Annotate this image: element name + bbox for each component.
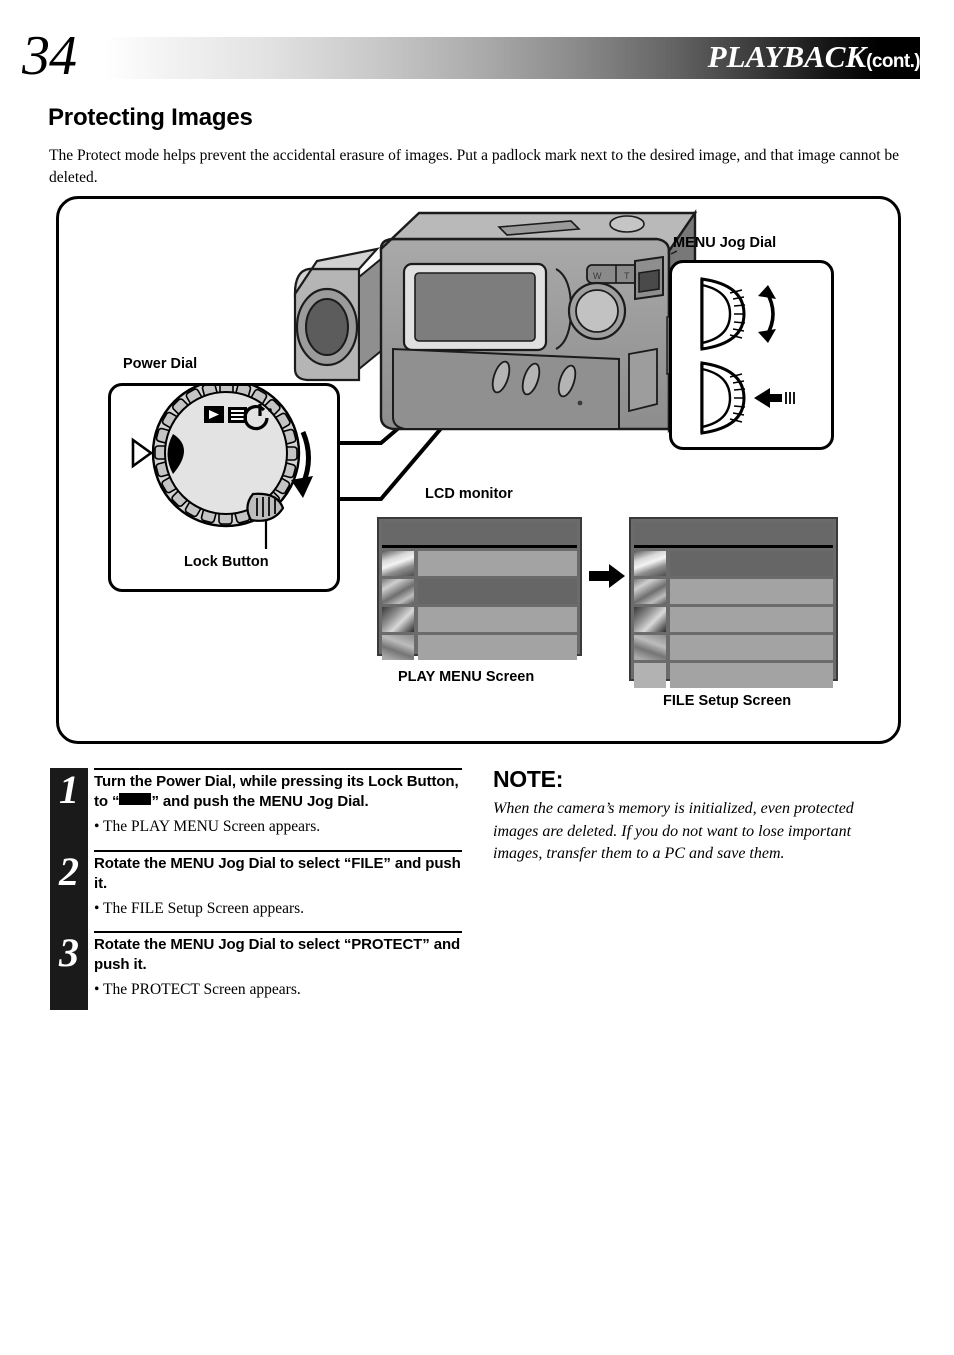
step-title: Turn the Power Dial, while pressing its … [94, 768, 462, 811]
thumbnail-icon [382, 635, 414, 660]
thumbnail-icon [634, 635, 666, 660]
jog-dial-diagram [700, 277, 795, 435]
header-title-main: PLAYBACK [707, 39, 867, 74]
figure-panel: W T MENU Jog Dial Power Dial Lock Button… [56, 196, 901, 744]
right-arrow-icon [589, 564, 625, 588]
svg-text:T: T [624, 271, 630, 281]
label-menu-jog-dial: MENU Jog Dial [673, 235, 777, 251]
menu-jog-dial-callout [669, 260, 834, 450]
power-dial-playback-symbol [119, 792, 152, 805]
label-lcd-monitor: LCD monitor [425, 486, 513, 502]
note-title: NOTE: [493, 766, 564, 792]
step-number: 2 [59, 849, 79, 894]
note-block: NOTE: When the camera’s memory is initia… [493, 766, 903, 866]
play-menu-title-bar [382, 522, 577, 548]
file-setup-screen[interactable] [629, 517, 838, 688]
header-title: PLAYBACK(cont.) [707, 39, 921, 75]
menu-item-label [670, 663, 833, 688]
page-number: 34 [22, 25, 77, 87]
step-1: 1 Turn the Power Dial, while pressing it… [50, 768, 462, 838]
file-setup-title-bar [634, 522, 833, 548]
menu-item-label [418, 551, 577, 576]
menu-item-label [418, 635, 577, 660]
label-power-dial: Power Dial [123, 356, 198, 372]
divider [94, 850, 462, 852]
thumbnail-icon [634, 607, 666, 632]
thumbnail-icon [382, 607, 414, 632]
steps-list: 1 Turn the Power Dial, while pressing it… [50, 768, 462, 1010]
divider [94, 931, 462, 933]
jog-dial-rotate-icon [700, 277, 776, 351]
step-number: 1 [59, 767, 79, 812]
list-item[interactable] [634, 579, 833, 604]
step-title-part-2: ” and push the MENU Jog Dial. [151, 792, 369, 810]
list-item[interactable] [382, 635, 577, 660]
menu-item-label [670, 551, 833, 576]
menu-item-label [418, 607, 577, 632]
list-item[interactable] [382, 607, 577, 632]
menu-item-label [418, 579, 577, 604]
step-3: 3 Rotate the MENU Jog Dial to select “PR… [50, 931, 462, 1001]
label-lock-button: Lock Button [184, 554, 269, 570]
page-header: 34 PLAYBACK(cont.) [0, 0, 954, 100]
thumbnail-icon [634, 551, 666, 576]
thumbnail-placeholder [634, 663, 666, 688]
step-bullet: • The PLAY MENU Screen appears. [94, 818, 321, 835]
header-title-suffix: (cont.) [866, 51, 920, 72]
note-body: When the camera’s memory is initialized,… [493, 800, 854, 862]
thumbnail-icon [634, 579, 666, 604]
dial-pointer-triangle-icon [131, 437, 154, 469]
label-file-setup-screen: FILE Setup Screen [663, 693, 792, 709]
list-item[interactable] [634, 551, 833, 576]
step-number: 3 [59, 930, 79, 975]
label-play-menu-screen: PLAY MENU Screen [398, 669, 535, 685]
play-menu-screen[interactable] [377, 517, 582, 660]
file-setup-list [634, 551, 833, 688]
list-item[interactable] [634, 607, 833, 632]
step-title: Rotate the MENU Jog Dial to select “PROT… [94, 936, 461, 973]
dial-mode-auto-icon [204, 406, 224, 423]
menu-item-label [670, 635, 833, 660]
thumbnail-icon [382, 579, 414, 604]
list-item[interactable] [382, 551, 577, 576]
svg-text:W: W [593, 271, 602, 281]
list-item[interactable] [382, 579, 577, 604]
divider [94, 768, 462, 770]
intro-paragraph: The Protect mode helps prevent the accid… [49, 146, 900, 186]
step-2: 2 Rotate the MENU Jog Dial to select “FI… [50, 850, 462, 920]
menu-item-label [670, 579, 833, 604]
step-bullet: • The PROTECT Screen appears. [94, 981, 301, 998]
menu-item-label [670, 607, 833, 632]
step-bullet: • The FILE Setup Screen appears. [94, 900, 305, 917]
list-item[interactable] [634, 635, 833, 660]
page-title: Protecting Images [48, 104, 253, 132]
step-title: Rotate the MENU Jog Dial to select “FILE… [94, 855, 461, 892]
thumbnail-icon [382, 551, 414, 576]
jog-dial-push-icon [700, 361, 795, 435]
list-item[interactable] [634, 663, 833, 688]
play-menu-list [382, 551, 577, 660]
